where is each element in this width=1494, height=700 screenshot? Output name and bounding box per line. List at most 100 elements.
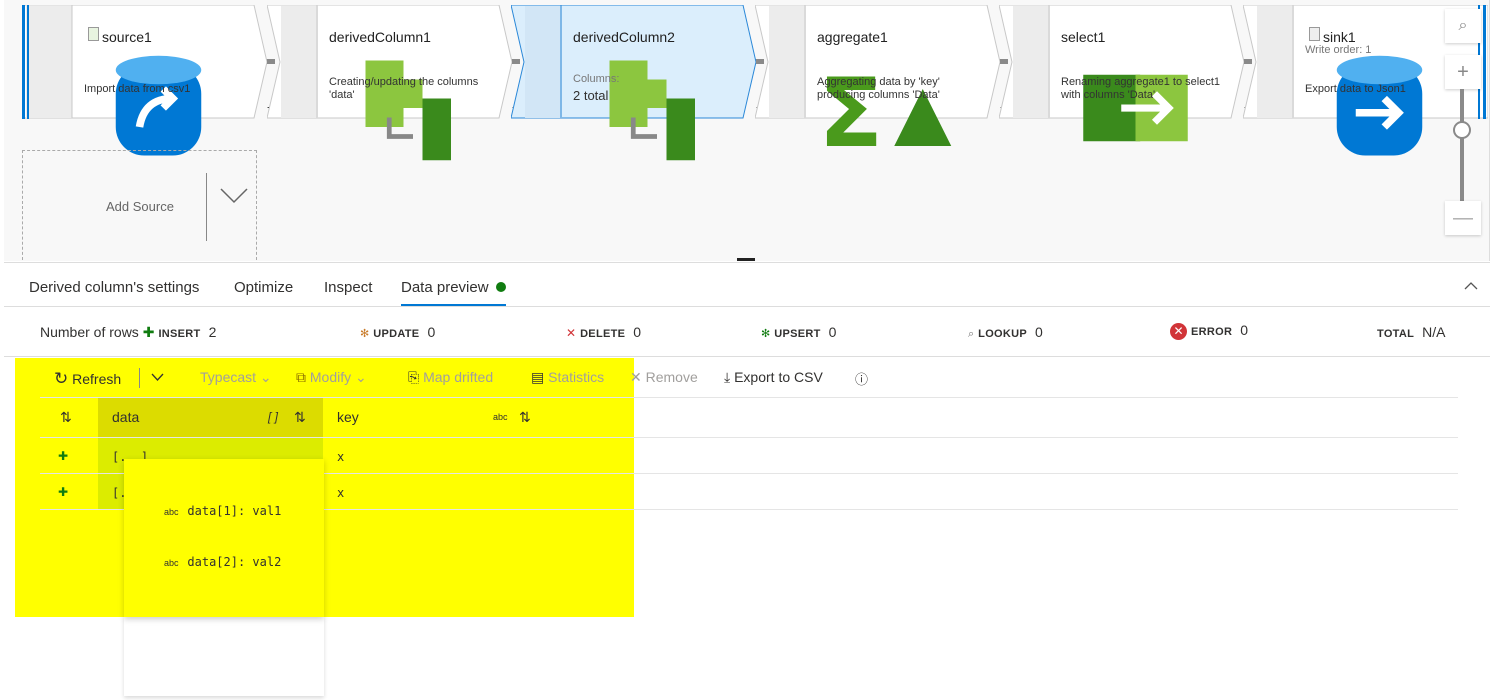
modify-button[interactable]: ⧉ Modify ⌄	[296, 369, 367, 386]
remove-button[interactable]: ✕ Remove	[630, 369, 698, 386]
node-title: aggregate1	[817, 29, 888, 45]
modify-label: Modify	[309, 369, 352, 385]
tab-data-preview[interactable]: Data preview	[401, 279, 506, 306]
array-value-popup: abc data[1]: val1 abc data[2]: val2	[124, 459, 324, 617]
upsert-label: UPSERT	[774, 328, 821, 340]
map-drifted-icon: ⎘	[408, 369, 420, 385]
collapse-panel-icon[interactable]	[1464, 281, 1478, 290]
zoom-out-button[interactable]: —	[1445, 201, 1481, 235]
total-label: TOTAL	[1377, 328, 1415, 340]
row-count-label: Number of rows	[40, 324, 139, 340]
info-icon[interactable]: ⓘ	[855, 369, 868, 388]
panel-resize-handle[interactable]	[737, 258, 755, 261]
tab-inspect[interactable]: Inspect	[324, 279, 372, 296]
source-db-icon	[36, 51, 202, 156]
panel-tabs: Derived column's settings Optimize Inspe…	[4, 262, 1490, 307]
columns-label: Columns:	[573, 73, 620, 85]
string-type-icon: abc	[493, 412, 508, 422]
column-header-key[interactable]: key abc ⇅	[323, 398, 531, 437]
statistics-button[interactable]: ▤ Statistics	[531, 369, 604, 386]
node-title: derivedColumn2	[573, 29, 675, 45]
node-title: select1	[1061, 29, 1106, 45]
upsert-count: 0	[828, 324, 837, 340]
columns-total: 2 total	[573, 88, 609, 103]
pipeline-node-aggregate1[interactable]: Σaggregate1 Aggregating data by 'key' pro…	[755, 5, 1008, 165]
pipeline-canvas[interactable]: source1 Import data from csv1 + derivedColu…	[4, 0, 1490, 261]
derived-column-icon	[525, 51, 695, 161]
popup-shadow	[124, 617, 324, 696]
divider	[139, 368, 140, 388]
update-icon: ✻	[360, 328, 370, 340]
insert-icon: ✚	[58, 485, 69, 499]
download-icon: ⤓	[724, 369, 731, 385]
modify-icon: ⧉	[296, 369, 306, 385]
node-description: Aggregating data by 'key' producing colu…	[817, 76, 940, 101]
popup-item-text: data[2]: val2	[187, 555, 282, 569]
refresh-label: Refresh	[72, 371, 122, 387]
preview-toolbar: ↻ Refresh Typecast ⌄ ⧉ Modify ⌄ ⎘ Map dr…	[40, 358, 1458, 398]
search-zoom-button[interactable]: ⌕	[1445, 9, 1481, 43]
popup-item: abc data[1]: val1	[164, 502, 281, 520]
node-title: sink1	[1323, 29, 1356, 45]
array-type-icon: [ ]	[268, 410, 279, 424]
pipeline-node-derivedColumn2[interactable]: derivedColumn2Columns:2 total+	[511, 5, 764, 161]
column-name: key	[337, 409, 359, 425]
sort-icon[interactable]: ⇅	[519, 409, 531, 426]
typecast-button[interactable]: Typecast ⌄	[200, 369, 272, 386]
add-source-label: Add Source	[106, 199, 174, 214]
json-file-icon	[1309, 27, 1320, 41]
delete-label: DELETE	[580, 328, 626, 340]
sink-db-icon	[1257, 51, 1423, 156]
zoom-slider-thumb[interactable]	[1453, 121, 1471, 139]
tab-label: Data preview	[401, 279, 489, 296]
error-label: ERROR	[1191, 326, 1233, 338]
string-type-icon: abc	[164, 507, 179, 517]
lookup-label: LOOKUP	[978, 328, 1028, 340]
remove-icon: ✕	[630, 369, 642, 385]
chevron-down-icon[interactable]	[219, 185, 249, 205]
export-csv-button[interactable]: ⤓ Export to CSV	[724, 369, 823, 386]
write-order: Write order: 1	[1305, 44, 1372, 56]
pipeline-node-source1[interactable]: source1Import data from csv1+	[22, 5, 275, 156]
zoom-slider-track[interactable]	[1460, 89, 1464, 201]
sort-icon[interactable]: ⇅	[294, 409, 306, 426]
delete-icon: ✕	[566, 326, 577, 340]
derived-column-icon	[281, 51, 451, 161]
tab-settings[interactable]: Derived column's settings	[29, 279, 199, 296]
statistics-label: Statistics	[548, 369, 605, 385]
error-count: 0	[1240, 322, 1249, 338]
node-description: Renaming aggregate1 to select1 with colu…	[1061, 76, 1220, 101]
select-icon	[1013, 51, 1188, 142]
update-label: UPDATE	[373, 328, 420, 340]
popup-item-text: data[1]: val1	[187, 504, 282, 518]
pipeline-node-derivedColumn1[interactable]: derivedColumn1 Creating/updating the colu…	[267, 5, 520, 161]
string-type-icon: abc	[164, 558, 179, 568]
export-label: Export to CSV	[734, 369, 823, 385]
add-source-button[interactable]: Add Source	[22, 150, 257, 260]
node-description: Creating/updating the columns 'data'	[329, 76, 479, 101]
aggregate-icon: Σ	[767, 51, 952, 165]
svg-text:Σ: Σ	[818, 59, 883, 165]
insert-icon: ✚	[142, 324, 155, 340]
column-name: data	[112, 409, 140, 425]
statistics-icon: ▤	[531, 369, 545, 385]
insert-label: INSERT	[158, 328, 201, 340]
delete-count: 0	[633, 324, 642, 340]
zoom-in-button[interactable]: +	[1445, 55, 1481, 89]
node-title: source1	[102, 29, 152, 45]
tab-optimize[interactable]: Optimize	[234, 279, 293, 296]
refresh-button[interactable]: ↻ Refresh	[54, 369, 121, 389]
node-title: derivedColumn1	[329, 29, 431, 45]
csv-file-icon	[88, 27, 99, 41]
map-drifted-button[interactable]: ⎘ Map drifted	[408, 369, 493, 386]
node-description: Import data from csv1	[84, 83, 191, 95]
typecast-label: Typecast	[200, 369, 257, 385]
upsert-icon: ✻	[761, 328, 771, 340]
pipeline-node-select1[interactable]: select1 Renaming aggregate1 to select1 wi…	[999, 5, 1252, 142]
update-count: 0	[427, 324, 436, 340]
lookup-icon: ⌕	[968, 328, 975, 340]
remove-label: Remove	[645, 369, 698, 385]
table-header: ⇅ data [ ] ⇅ key abc ⇅	[40, 398, 1458, 438]
refresh-options-chevron-icon[interactable]	[151, 373, 164, 381]
column-header-data[interactable]: data [ ] ⇅	[98, 398, 323, 437]
